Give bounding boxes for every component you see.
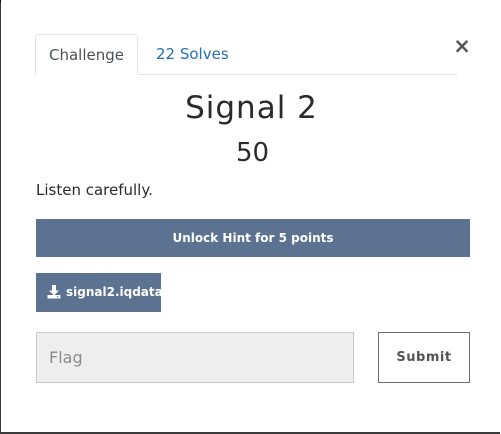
unlock-hint-button[interactable]: Unlock Hint for 5 points (36, 219, 470, 257)
challenge-points: 50 (235, 138, 270, 168)
challenge-modal: Challenge 22 Solves × Signal 2 50 Listen… (1, 0, 499, 432)
submit-button[interactable]: Submit (378, 332, 470, 383)
modal-tabs: Challenge 22 Solves (35, 34, 457, 75)
challenge-title: Signal 2 (185, 90, 318, 126)
file-download-button[interactable]: signal2.iqdata (36, 273, 163, 312)
tab-solves[interactable]: 22 Solves (140, 34, 245, 74)
download-icon (47, 285, 61, 299)
file-name: signal2.iqdata (66, 285, 163, 299)
challenge-description: Listen carefully. (36, 181, 153, 199)
close-button[interactable]: × (453, 34, 471, 58)
flag-input[interactable] (36, 332, 354, 383)
tab-challenge[interactable]: Challenge (35, 34, 138, 75)
